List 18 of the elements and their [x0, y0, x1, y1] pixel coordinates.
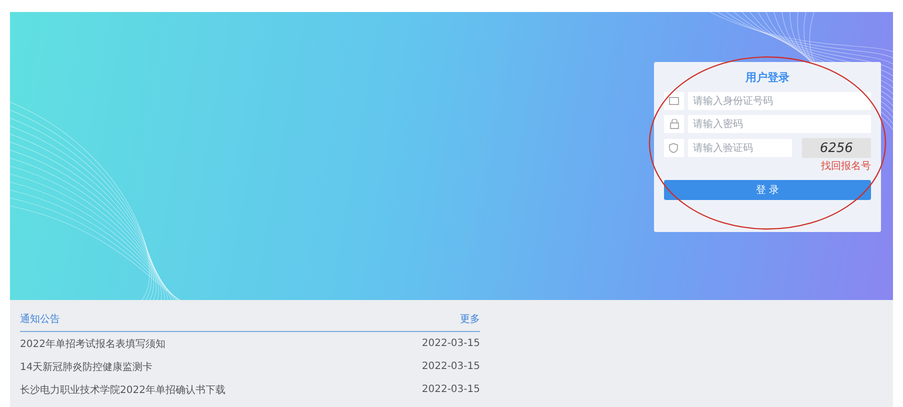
notice-date: 2022-03-15 — [422, 361, 480, 372]
notice-link[interactable]: 14天新冠肺炎防控健康监测卡 — [20, 360, 153, 374]
recover-link[interactable]: 找回报名号 — [821, 159, 871, 173]
input-field[interactable]: 请输入身份证号码 — [688, 92, 871, 110]
notices-title: 通知公告 — [20, 312, 60, 326]
lock-icon — [670, 119, 678, 129]
login-title: 用户登录 — [744, 70, 790, 85]
notice-link[interactable]: 2022年单招考试报名表填写须知 — [20, 336, 166, 350]
more-link[interactable]: 更多 — [460, 312, 480, 326]
captcha-image[interactable]: 6256 — [802, 138, 871, 158]
id-card-icon — [669, 97, 679, 105]
login-button[interactable]: 登 录 — [664, 180, 871, 200]
shield-icon — [669, 143, 678, 153]
notice-link[interactable]: 长沙电力职业技术学院2022年单招确认书下载 — [20, 382, 226, 396]
notice-date: 2022-03-15 — [422, 384, 480, 395]
input-field[interactable]: 请输入验证码 — [688, 139, 792, 157]
input-field[interactable]: 请输入密码 — [688, 115, 871, 133]
notice-date: 2022-03-15 — [422, 338, 480, 349]
